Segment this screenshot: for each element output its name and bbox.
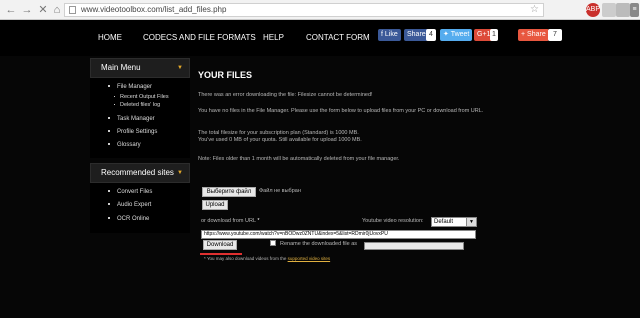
note-text: Note: Files older than 1 month will be a… [198,156,400,162]
choose-file-button[interactable]: Выберите файл [202,187,256,197]
home-icon[interactable]: ⌂ [50,3,64,17]
extension-icon[interactable] [616,3,630,17]
page-title: Your Files [198,70,253,80]
menu-icon[interactable]: ≡ [630,3,639,17]
facebook-share-button[interactable]: Share [404,29,429,41]
sidebar-item-file-manager[interactable]: File Manager [108,84,152,90]
star-icon[interactable]: ☆ [530,4,539,16]
rename-input[interactable] [364,242,464,250]
or-download-label: or download from URL * [201,218,260,224]
nav-help[interactable]: Help [263,33,284,42]
no-files-message: You have no files in the File Manager. P… [198,108,484,114]
footnote: * You may also download videos from the … [204,256,331,261]
extension-icon[interactable] [602,3,616,17]
chevron-down-icon: ▼ [177,65,183,71]
share-button[interactable]: + Share [518,29,549,41]
supported-sites-link[interactable]: supported video sites [288,256,331,261]
share-count: 7 [548,29,562,41]
sidebar-subitem-deleted[interactable]: Deleted files' log [114,102,160,108]
sidebar-link-audio[interactable]: Audio Expert [108,202,151,208]
upload-button[interactable]: Upload [202,200,228,210]
resolution-select[interactable]: Default ▼ [431,217,477,227]
rename-checkbox[interactable] [270,240,276,246]
download-button[interactable]: Download [203,240,237,250]
chevron-down-icon: ▼ [466,218,476,226]
filesize-line-1: The total filesize for your subscription… [198,130,359,136]
resolution-label: Youtube video resolution: [362,218,424,224]
address-bar[interactable]: www.videotoolbox.com/list_add_files.php … [64,3,544,17]
browser-toolbar: ← → ✕ ⌂ www.videotoolbox.com/list_add_fi… [0,0,640,20]
no-file-chosen: Файл не выбран [259,188,301,194]
page: Home Codecs and File Formats Help Contac… [0,20,640,318]
filesize-line-2: You've used 0 MB of your quota. Still av… [198,137,362,143]
close-icon[interactable]: ✕ [36,3,50,17]
facebook-like-button[interactable]: f Like [378,29,401,41]
sidebar-item-glossary[interactable]: Glossary [108,142,141,148]
url-input[interactable]: https://www.youtube.com/watch?v=nBODwz0Z… [201,230,476,239]
twitter-icon: ✦ [443,31,451,38]
url-text: www.videotoolbox.com/list_add_files.php [81,5,227,14]
recommended-sites: Recommended sites ▼ [90,163,190,233]
sidebar-item-profile[interactable]: Profile Settings [108,129,157,135]
tweet-button[interactable]: ✦ Tweet [440,29,473,41]
sidebar-subitem-recent[interactable]: Recent Output Files [114,94,169,100]
top-nav: Home Codecs and File Formats Help Contac… [0,20,640,56]
adblock-icon[interactable]: ABP [586,3,600,17]
page-icon [69,6,76,14]
gplus-count: 1 [490,29,498,41]
error-message: There was an error downloading the file:… [198,92,373,98]
forward-icon[interactable]: → [20,3,34,17]
back-icon[interactable]: ← [4,3,18,17]
sidebar-link-convert[interactable]: Convert Files [108,189,152,195]
chevron-down-icon: ▼ [177,170,183,176]
main-menu-header[interactable]: Main Menu ▼ [90,58,190,78]
nav-codecs[interactable]: Codecs and File Formats [143,33,256,42]
recommended-header[interactable]: Recommended sites ▼ [90,163,190,183]
nav-home[interactable]: Home [98,33,122,42]
sidebar-link-ocr[interactable]: OCR Online [108,216,149,222]
nav-contact[interactable]: Contact Form [306,33,370,42]
rename-label: Rename the downloaded file as [280,241,358,247]
sidebar-item-task-manager[interactable]: Task Manager [108,116,155,122]
facebook-count: 4 [426,29,436,41]
